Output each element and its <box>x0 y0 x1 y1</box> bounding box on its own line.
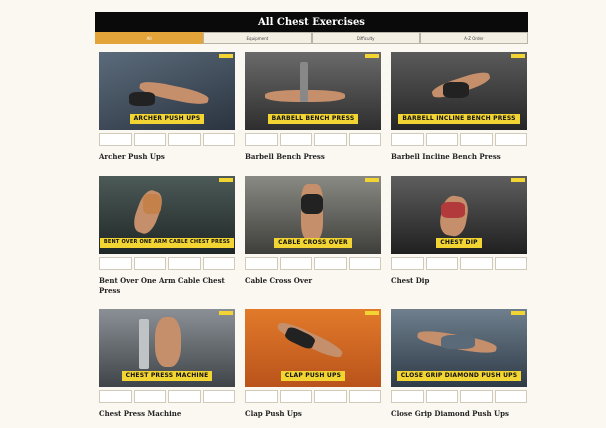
tag-chip <box>425 390 458 403</box>
tag-chip <box>348 257 381 270</box>
exercise-card[interactable]: CHEST DIP Chest Dip <box>391 176 527 286</box>
tag-chips <box>245 390 381 403</box>
exercise-thumbnail[interactable]: BARBELL INCLINE BENCH PRESS <box>391 52 527 130</box>
tag-chips <box>391 133 527 146</box>
tag-chip <box>168 257 201 270</box>
tag-chip <box>494 257 527 270</box>
tag-chip <box>99 390 132 403</box>
exercise-card[interactable]: CHEST PRESS MACHINE Chest Press Machine <box>99 309 235 419</box>
thumbnail-banner: BARBELL INCLINE BENCH PRESS <box>398 114 520 124</box>
tag-chip <box>245 257 278 270</box>
exercise-card[interactable]: BARBELL BENCH PRESS Barbell Bench Press <box>245 52 381 162</box>
tag-chip <box>133 390 166 403</box>
tag-chips <box>99 257 235 270</box>
exercise-thumbnail[interactable]: CLAP PUSH UPS <box>245 309 381 387</box>
tag-chip <box>279 133 312 146</box>
exercise-thumbnail[interactable]: CABLE CROSS OVER <box>245 176 381 254</box>
exercise-title[interactable]: Cable Cross Over <box>245 276 381 286</box>
exercise-thumbnail[interactable]: BARBELL BENCH PRESS <box>245 52 381 130</box>
thumbnail-banner: CHEST PRESS MACHINE <box>121 371 213 381</box>
tag-chips <box>99 133 235 146</box>
tag-chip <box>279 257 312 270</box>
exercise-title[interactable]: Chest Dip <box>391 276 527 286</box>
exercise-title[interactable]: Archer Push Ups <box>99 152 235 162</box>
tab-equipment[interactable]: Equipment <box>203 32 312 44</box>
filter-tabs: All Equipment Difficulty A-Z Order <box>95 32 528 44</box>
tag-chip <box>133 257 166 270</box>
tag-chip <box>168 390 201 403</box>
exercise-title[interactable]: Barbell Incline Bench Press <box>391 152 527 162</box>
exercise-card[interactable]: CABLE CROSS OVER Cable Cross Over <box>245 176 381 286</box>
tag-chip <box>202 133 235 146</box>
exercise-title[interactable]: Bent Over One Arm Cable Chest Press <box>99 276 235 296</box>
exercise-card[interactable]: BARBELL INCLINE BENCH PRESS Barbell Incl… <box>391 52 527 162</box>
exercise-thumbnail[interactable]: CHEST PRESS MACHINE <box>99 309 235 387</box>
tag-chip <box>99 133 132 146</box>
tag-chip <box>168 133 201 146</box>
page: All Chest Exercises All Equipment Diffic… <box>0 0 606 428</box>
tag-chip <box>391 257 424 270</box>
tag-chip <box>245 133 278 146</box>
exercise-title[interactable]: Barbell Bench Press <box>245 152 381 162</box>
page-title-text: All Chest Exercises <box>258 16 365 28</box>
thumbnail-banner: BENT OVER ONE ARM CABLE CHEST PRESS <box>99 238 235 248</box>
tag-chip <box>460 390 493 403</box>
thumbnail-banner: CABLE CROSS OVER <box>274 238 352 248</box>
tag-chip <box>494 390 527 403</box>
tag-chip <box>391 390 424 403</box>
tag-chips <box>391 390 527 403</box>
tag-chip <box>314 133 347 146</box>
tag-chip <box>314 257 347 270</box>
exercise-card[interactable]: BENT OVER ONE ARM CABLE CHEST PRESS Bent… <box>99 176 235 296</box>
tag-chip <box>133 133 166 146</box>
exercise-card[interactable]: CLAP PUSH UPS Clap Push Ups <box>245 309 381 419</box>
thumbnail-banner: CLOSE GRIP DIAMOND PUSH UPS <box>396 371 522 381</box>
thumbnail-banner: CHEST DIP <box>436 238 482 248</box>
exercise-title[interactable]: Clap Push Ups <box>245 409 381 419</box>
tag-chips <box>245 257 381 270</box>
thumbnail-banner: CLAP PUSH UPS <box>280 371 346 381</box>
exercise-thumbnail[interactable]: CLOSE GRIP DIAMOND PUSH UPS <box>391 309 527 387</box>
tag-chip <box>314 390 347 403</box>
exercise-thumbnail[interactable]: BENT OVER ONE ARM CABLE CHEST PRESS <box>99 176 235 254</box>
tag-chip <box>202 390 235 403</box>
tab-a-z-order[interactable]: A-Z Order <box>419 32 528 44</box>
exercise-title[interactable]: Chest Press Machine <box>99 409 235 419</box>
tag-chips <box>99 390 235 403</box>
exercise-card[interactable]: CLOSE GRIP DIAMOND PUSH UPS Close Grip D… <box>391 309 527 419</box>
tag-chips <box>391 257 527 270</box>
tag-chip <box>460 133 493 146</box>
tag-chip <box>348 133 381 146</box>
tag-chip <box>494 133 527 146</box>
tag-chip <box>391 133 424 146</box>
exercise-thumbnail[interactable]: ARCHER PUSH UPS <box>99 52 235 130</box>
page-title: All Chest Exercises <box>95 12 528 32</box>
tag-chip <box>279 390 312 403</box>
exercise-card[interactable]: ARCHER PUSH UPS Archer Push Ups <box>99 52 235 162</box>
tag-chip <box>245 390 278 403</box>
tag-chips <box>245 133 381 146</box>
tag-chip <box>425 257 458 270</box>
tag-chip <box>348 390 381 403</box>
exercise-title[interactable]: Close Grip Diamond Push Ups <box>391 409 527 419</box>
exercise-thumbnail[interactable]: CHEST DIP <box>391 176 527 254</box>
tab-all[interactable]: All <box>95 32 204 44</box>
tag-chip <box>202 257 235 270</box>
tab-difficulty[interactable]: Difficulty <box>311 32 420 44</box>
tag-chip <box>99 257 132 270</box>
tag-chip <box>425 133 458 146</box>
thumbnail-banner: ARCHER PUSH UPS <box>129 114 205 124</box>
thumbnail-banner: BARBELL BENCH PRESS <box>267 114 359 124</box>
tag-chip <box>460 257 493 270</box>
